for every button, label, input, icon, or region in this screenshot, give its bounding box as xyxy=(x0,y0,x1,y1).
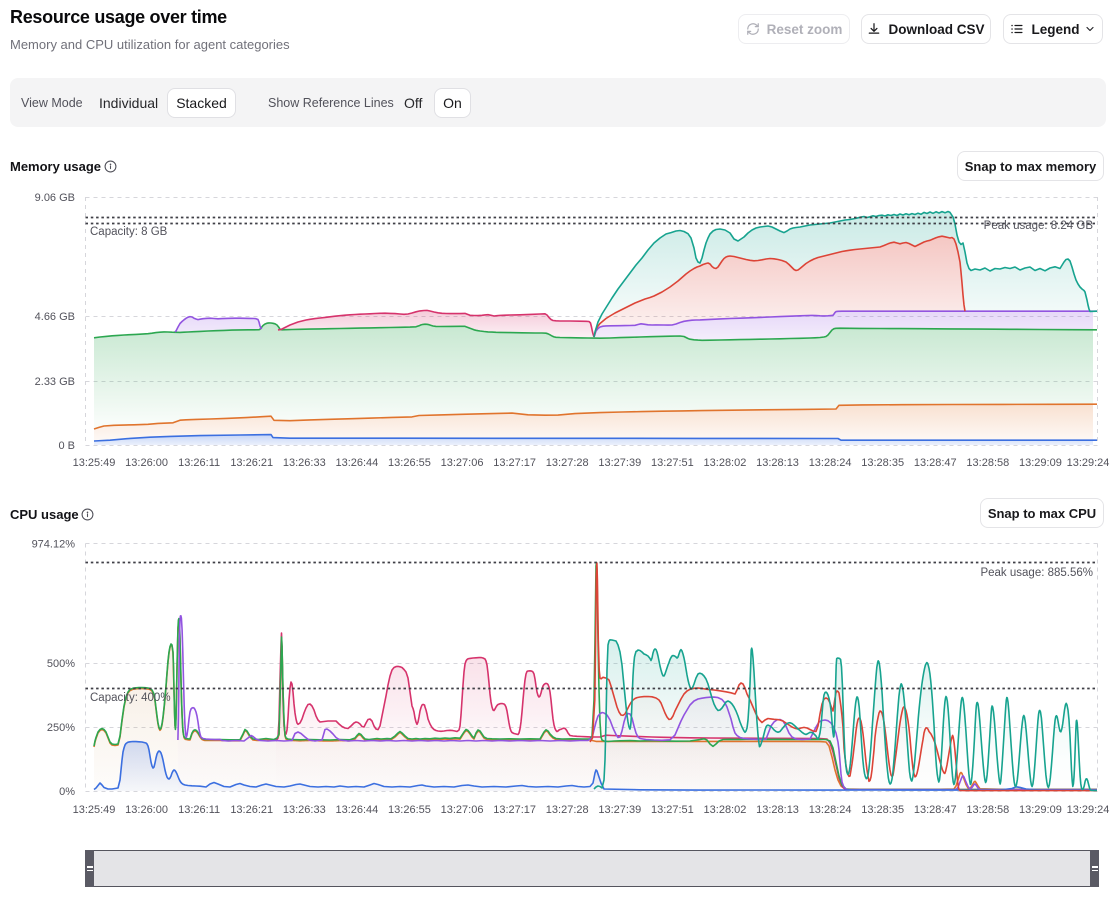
svg-text:13:27:28: 13:27:28 xyxy=(546,804,589,816)
svg-text:13:27:17: 13:27:17 xyxy=(493,804,536,816)
svg-text:13:28:35: 13:28:35 xyxy=(861,457,904,469)
svg-text:13:29:09: 13:29:09 xyxy=(1019,804,1062,816)
svg-text:13:29:09: 13:29:09 xyxy=(1019,457,1062,469)
svg-text:13:26:33: 13:26:33 xyxy=(283,457,326,469)
svg-text:13:28:58: 13:28:58 xyxy=(966,457,1009,469)
svg-text:13:26:44: 13:26:44 xyxy=(335,804,378,816)
svg-text:13:28:02: 13:28:02 xyxy=(704,804,747,816)
svg-text:13:27:39: 13:27:39 xyxy=(598,804,641,816)
svg-text:250%: 250% xyxy=(47,722,75,734)
svg-text:13:27:51: 13:27:51 xyxy=(651,457,694,469)
svg-text:4.66 GB: 4.66 GB xyxy=(35,311,75,323)
svg-text:2.33 GB: 2.33 GB xyxy=(35,376,75,388)
svg-text:13:27:17: 13:27:17 xyxy=(493,457,536,469)
svg-text:13:26:44: 13:26:44 xyxy=(335,457,378,469)
svg-text:13:28:13: 13:28:13 xyxy=(756,457,799,469)
svg-text:13:26:21: 13:26:21 xyxy=(230,804,273,816)
svg-text:Peak usage: 8.24 GB: Peak usage: 8.24 GB xyxy=(984,220,1094,232)
svg-text:13:27:39: 13:27:39 xyxy=(598,457,641,469)
svg-text:0%: 0% xyxy=(59,786,75,798)
svg-text:13:28:35: 13:28:35 xyxy=(861,804,904,816)
svg-text:Peak usage: 885.56%: Peak usage: 885.56% xyxy=(980,567,1093,579)
svg-text:13:28:02: 13:28:02 xyxy=(704,457,747,469)
svg-text:13:26:55: 13:26:55 xyxy=(388,457,431,469)
svg-text:13:26:55: 13:26:55 xyxy=(388,804,431,816)
svg-text:13:27:28: 13:27:28 xyxy=(546,457,589,469)
svg-text:13:26:00: 13:26:00 xyxy=(125,457,168,469)
svg-text:13:26:21: 13:26:21 xyxy=(230,457,273,469)
svg-text:974.12%: 974.12% xyxy=(32,539,76,551)
svg-text:13:26:11: 13:26:11 xyxy=(178,457,220,469)
svg-text:13:29:24: 13:29:24 xyxy=(1067,457,1110,469)
svg-text:13:29:24: 13:29:24 xyxy=(1067,804,1110,816)
svg-text:0 B: 0 B xyxy=(58,440,75,452)
svg-text:13:28:58: 13:28:58 xyxy=(966,804,1009,816)
svg-text:13:27:06: 13:27:06 xyxy=(441,804,484,816)
svg-text:Capacity: 8 GB: Capacity: 8 GB xyxy=(90,226,168,238)
svg-text:13:27:06: 13:27:06 xyxy=(441,457,484,469)
svg-text:500%: 500% xyxy=(47,658,75,670)
svg-text:13:26:11: 13:26:11 xyxy=(178,804,220,816)
svg-text:13:28:13: 13:28:13 xyxy=(756,804,799,816)
svg-text:13:25:49: 13:25:49 xyxy=(73,804,116,816)
svg-text:9.06 GB: 9.06 GB xyxy=(35,192,75,204)
svg-text:Capacity: 400%: Capacity: 400% xyxy=(90,692,171,704)
svg-text:13:28:24: 13:28:24 xyxy=(809,804,852,816)
svg-text:13:28:24: 13:28:24 xyxy=(809,457,852,469)
svg-text:13:28:47: 13:28:47 xyxy=(914,457,957,469)
svg-text:13:26:33: 13:26:33 xyxy=(283,804,326,816)
svg-text:13:27:51: 13:27:51 xyxy=(651,804,694,816)
svg-text:13:26:00: 13:26:00 xyxy=(125,804,168,816)
svg-text:13:28:47: 13:28:47 xyxy=(914,804,957,816)
svg-text:13:25:49: 13:25:49 xyxy=(73,457,116,469)
